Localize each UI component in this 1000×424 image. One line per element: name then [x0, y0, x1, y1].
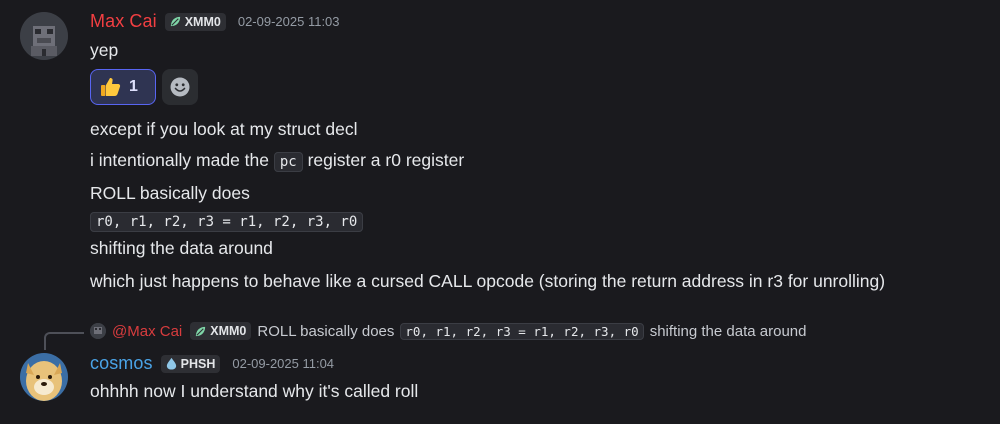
- avatar[interactable]: [20, 353, 68, 401]
- message-text: yep: [90, 40, 119, 60]
- reply-text: ROLL basically does: [257, 322, 395, 340]
- message-text: r0, r1, r2, r3 = r1, r2, r3, r0: [90, 210, 364, 232]
- username[interactable]: Max Cai: [90, 11, 157, 32]
- smiley-icon: [170, 77, 190, 97]
- reaction-thumbs-up[interactable]: 1: [90, 69, 156, 105]
- reply-mention[interactable]: @Max Cai: [112, 323, 182, 340]
- text-segment: i intentionally made the: [90, 150, 274, 170]
- inline-code: r0, r1, r2, r3 = r1, r2, r3, r0: [90, 212, 364, 232]
- leaf-icon: [196, 326, 206, 336]
- guild-tag: XMM0: [190, 322, 252, 340]
- droplet-icon: [166, 357, 176, 370]
- guild-tag[interactable]: PHSH: [160, 354, 221, 373]
- avatar[interactable]: [20, 12, 68, 60]
- avatar: [90, 323, 106, 339]
- message-header: cosmos PHSH 02-09-2025 11:04: [90, 353, 334, 374]
- message-text: shifting the data around: [90, 238, 273, 258]
- message-text: i intentionally made the pc register a r…: [90, 150, 465, 172]
- reply-text: shifting the data around: [649, 322, 807, 340]
- guild-tag-label: XMM0: [210, 324, 247, 338]
- timestamp: 02-09-2025 11:04: [232, 356, 335, 371]
- inline-code: r0, r1, r2, r3 = r1, r2, r3, r0: [400, 322, 644, 340]
- message-header: Max Cai XMM0 02-09-2025 11:03: [90, 11, 340, 32]
- reply-preview[interactable]: @Max Cai XMM0 ROLL basically does r0, r1…: [90, 322, 806, 340]
- add-reaction-button[interactable]: [162, 69, 198, 105]
- reaction-count: 1: [129, 78, 138, 95]
- text-segment: register a r0 register: [302, 150, 465, 170]
- reply-connector: [44, 332, 84, 350]
- inline-code: pc: [273, 152, 303, 172]
- thumbs-up-icon: [101, 78, 121, 96]
- guild-tag[interactable]: XMM0: [164, 12, 226, 31]
- message-text: which just happens to behave like a curs…: [90, 271, 886, 291]
- guild-tag-label: PHSH: [180, 356, 216, 371]
- leaf-icon: [170, 16, 180, 27]
- message-text: ROLL basically does: [90, 183, 250, 203]
- reactions-bar: 1: [90, 69, 198, 105]
- username[interactable]: cosmos: [90, 353, 153, 374]
- timestamp: 02-09-2025 11:03: [237, 14, 340, 29]
- message-text: ohhhh now I understand why it's called r…: [90, 381, 419, 401]
- guild-tag-label: XMM0: [184, 14, 221, 29]
- message-text: except if you look at my struct decl: [90, 119, 358, 139]
